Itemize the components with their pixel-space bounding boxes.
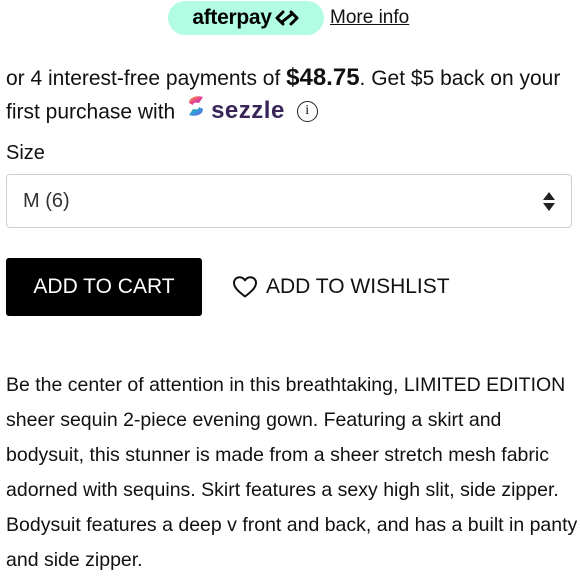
afterpay-arrows-icon [274, 8, 300, 28]
sezzle-wordmark: sezzle [211, 97, 285, 124]
size-select[interactable]: M (6) [6, 174, 572, 228]
afterpay-row: afterpay More info [168, 0, 409, 36]
installment-amount: $48.75 [286, 64, 360, 91]
installment-message: or 4 interest-free payments of $48.75. G… [6, 62, 576, 131]
info-icon[interactable]: i [296, 100, 318, 122]
sezzle-logo: sezzle [185, 93, 285, 129]
more-info-link[interactable]: More info [330, 7, 409, 29]
add-to-cart-button[interactable]: ADD TO CART [6, 258, 202, 316]
size-selected-value: M (6) [23, 189, 70, 212]
afterpay-brand-text: afterpay [192, 6, 272, 29]
select-arrows-icon [543, 191, 555, 211]
product-description: Be the center of attention in this breat… [6, 374, 578, 571]
installment-prefix: or 4 interest-free payments of [6, 67, 287, 90]
add-to-cart-label: ADD TO CART [33, 275, 175, 298]
sezzle-logo-icon [185, 93, 207, 129]
add-to-wishlist-button[interactable]: ADD TO WISHLIST [232, 268, 450, 306]
add-to-wishlist-label: ADD TO WISHLIST [266, 275, 450, 298]
size-label: Size [6, 142, 45, 164]
heart-icon [232, 275, 258, 299]
afterpay-logo: afterpay [168, 1, 324, 35]
